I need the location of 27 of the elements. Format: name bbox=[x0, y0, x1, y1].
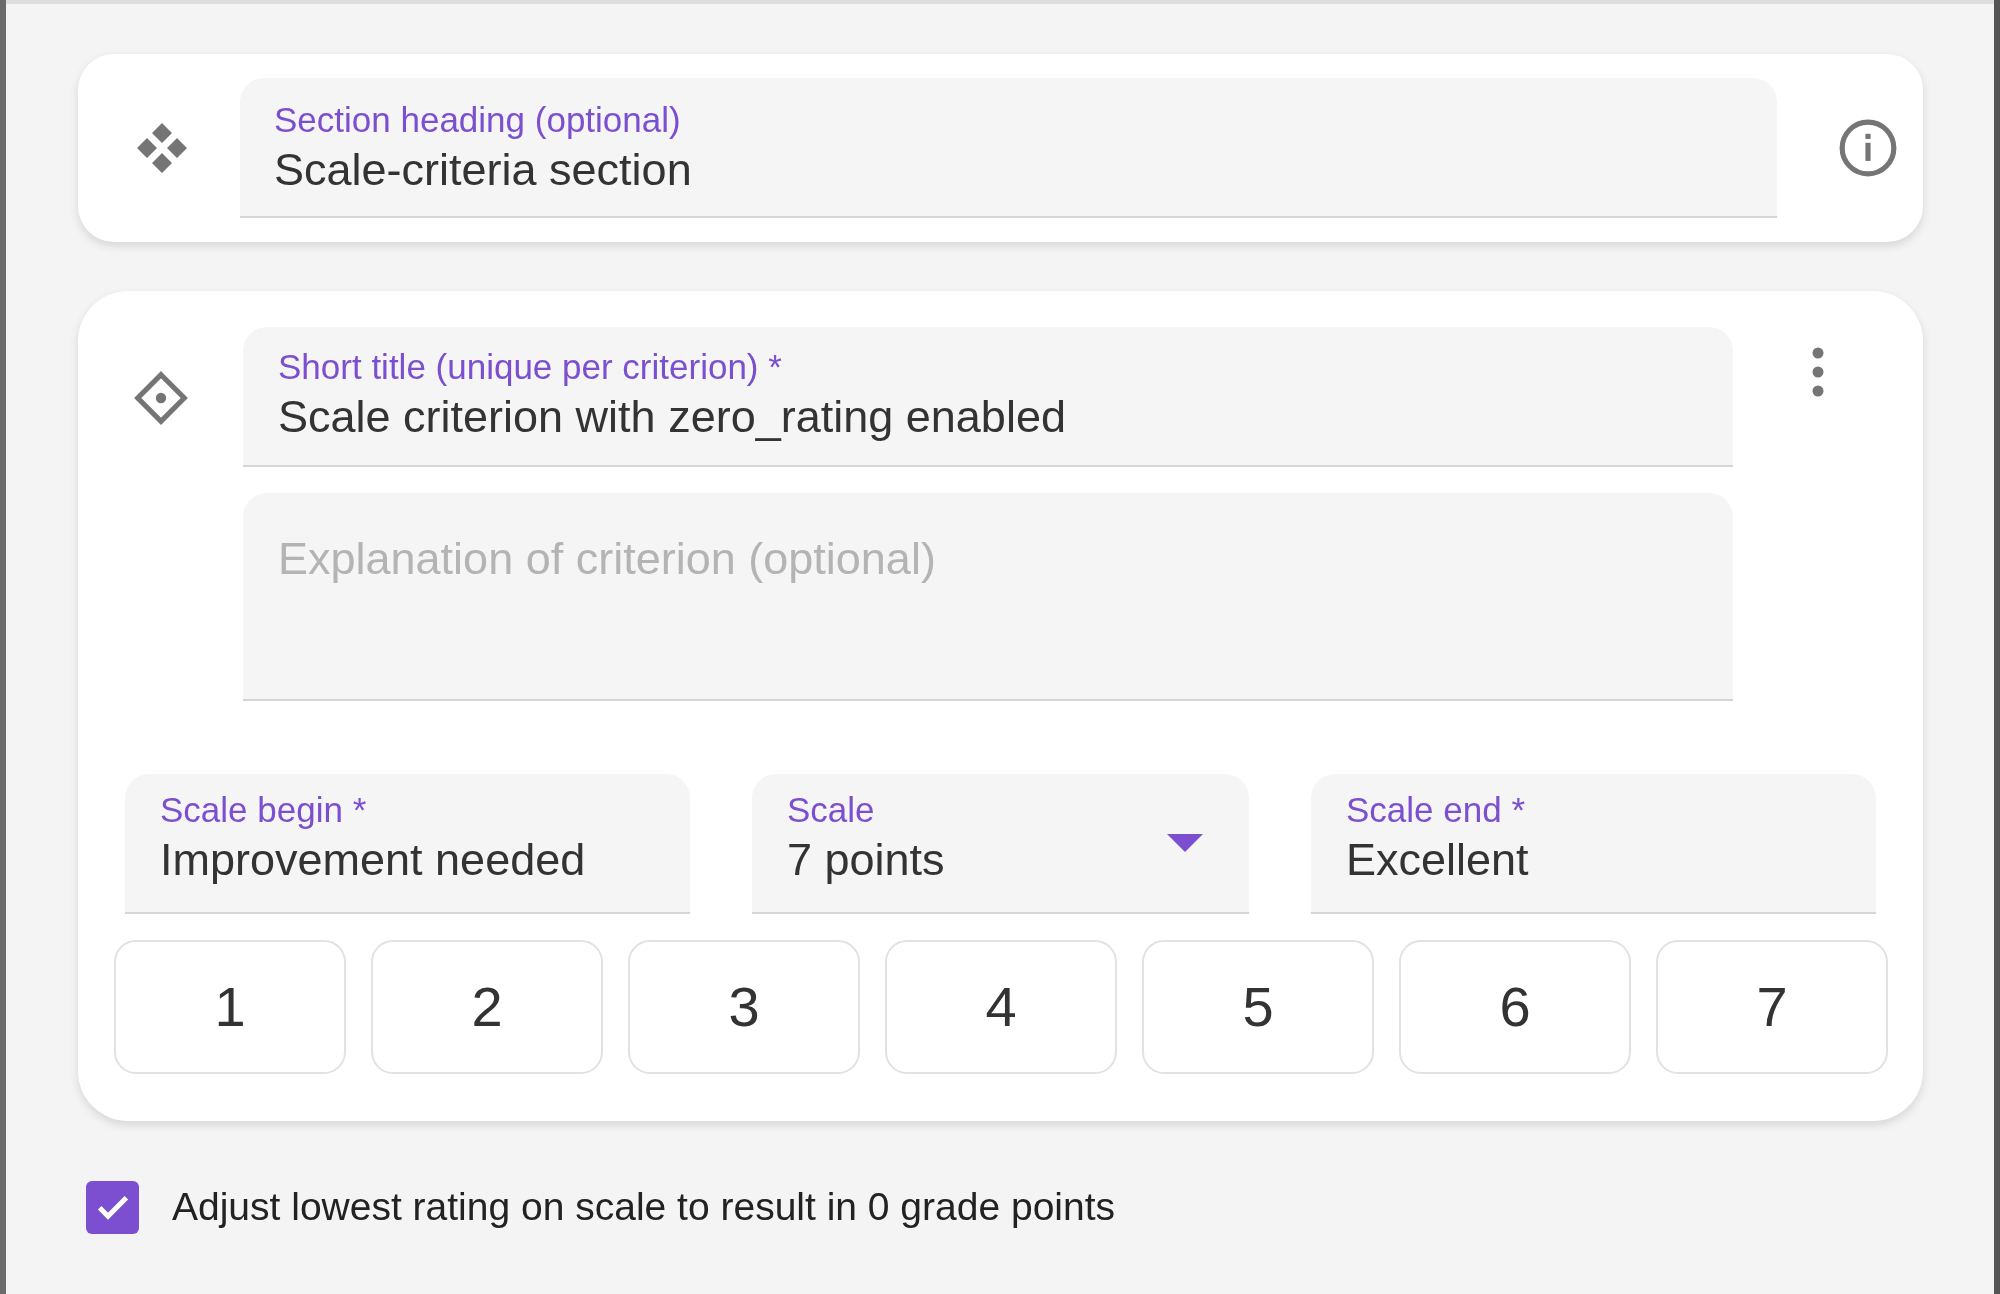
field-value: 7 points bbox=[787, 833, 945, 887]
scale-end-field[interactable]: Scale end * Excellent bbox=[1311, 774, 1876, 914]
scale-point-button[interactable]: 5 bbox=[1142, 940, 1374, 1074]
scale-point-button[interactable]: 3 bbox=[628, 940, 860, 1074]
section-heading-field[interactable]: Section heading (optional) Scale-criteria section bbox=[240, 78, 1777, 218]
field-value: Scale criterion with zero_rating enabled bbox=[278, 390, 1066, 444]
field-label: Section heading (optional) bbox=[274, 99, 681, 141]
scale-point-button[interactable]: 4 bbox=[885, 940, 1117, 1074]
scale-select[interactable]: Scale 7 points bbox=[752, 774, 1249, 914]
info-icon[interactable] bbox=[1837, 117, 1899, 179]
scale-begin-field[interactable]: Scale begin * Improvement needed bbox=[125, 774, 690, 914]
field-label: Scale end * bbox=[1346, 789, 1526, 831]
field-label: Scale begin * bbox=[160, 789, 367, 831]
field-value: Scale-criteria section bbox=[274, 143, 692, 197]
field-value: Improvement needed bbox=[160, 833, 586, 887]
checkbox-label: Adjust lowest rating on scale to result in 0 grade points bbox=[172, 1184, 1116, 1230]
field-value: Excellent bbox=[1346, 833, 1529, 887]
explanation-field[interactable]: Explanation of criterion (optional) bbox=[243, 493, 1733, 701]
dropdown-caret-icon bbox=[1167, 834, 1203, 852]
scale-point-button[interactable]: 2 bbox=[371, 940, 603, 1074]
field-label: Scale bbox=[787, 789, 875, 831]
scale-point-button[interactable]: 1 bbox=[114, 940, 346, 1074]
scale-point-button[interactable]: 6 bbox=[1399, 940, 1631, 1074]
scale-point-button[interactable]: 7 bbox=[1656, 940, 1888, 1074]
short-title-field[interactable]: Short title (unique per criterion) * Scale criterion with zero_rating enabled bbox=[243, 327, 1733, 467]
checkbox[interactable] bbox=[86, 1180, 139, 1234]
field-label: Short title (unique per criterion) * bbox=[278, 346, 782, 388]
